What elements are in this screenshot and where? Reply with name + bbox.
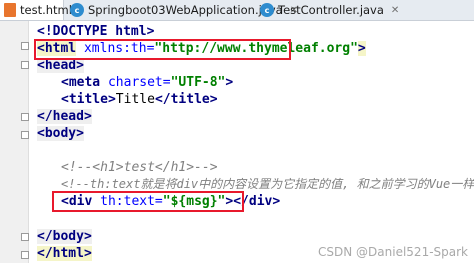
fold-toggle-icon[interactable] — [21, 131, 29, 139]
highlight-box-th-text — [52, 191, 244, 212]
java-class-icon: c — [260, 3, 274, 17]
code-line-comment-h1: <!--<h1>test</h1>--> — [61, 160, 218, 175]
code-line-meta: <meta charset="UTF-8"> — [61, 75, 234, 90]
fold-toggle-icon[interactable] — [21, 233, 29, 241]
tab-springboot03-web-application[interactable]: c Springboot03WebApplication.java ✕ — [66, 0, 298, 20]
fold-toggle-icon[interactable] — [21, 42, 29, 50]
code-line-html-close: </html> — [37, 246, 92, 261]
highlight-box-xmlns — [34, 39, 291, 60]
close-icon[interactable]: ✕ — [391, 5, 399, 16]
tab-label: Springboot03WebApplication.java — [88, 3, 283, 17]
java-class-icon: c — [70, 3, 84, 17]
tab-label: TestController.java — [278, 3, 384, 17]
code-line-head-close: </head> — [37, 109, 92, 124]
watermark: CSDN @Daniel521-Spark — [318, 245, 468, 259]
fold-toggle-icon[interactable] — [21, 113, 29, 121]
code-line-body-open: <body> — [37, 126, 84, 141]
tab-test-controller[interactable]: c TestController.java ✕ — [256, 0, 399, 20]
fold-toggle-icon[interactable] — [21, 61, 29, 69]
tab-test-html[interactable]: test.html — [0, 0, 72, 20]
line-gutter[interactable] — [0, 21, 29, 263]
tab-label: test.html — [20, 3, 72, 17]
code-line-doctype: <!DOCTYPE html> — [37, 24, 155, 39]
html-file-icon — [4, 3, 16, 17]
fold-toggle-icon[interactable] — [21, 251, 29, 259]
code-line-body-close: </body> — [37, 229, 92, 244]
code-line-title: <title>Title</title> — [61, 92, 218, 107]
editor-tab-bar: test.html c Springboot03WebApplication.j… — [0, 0, 474, 21]
